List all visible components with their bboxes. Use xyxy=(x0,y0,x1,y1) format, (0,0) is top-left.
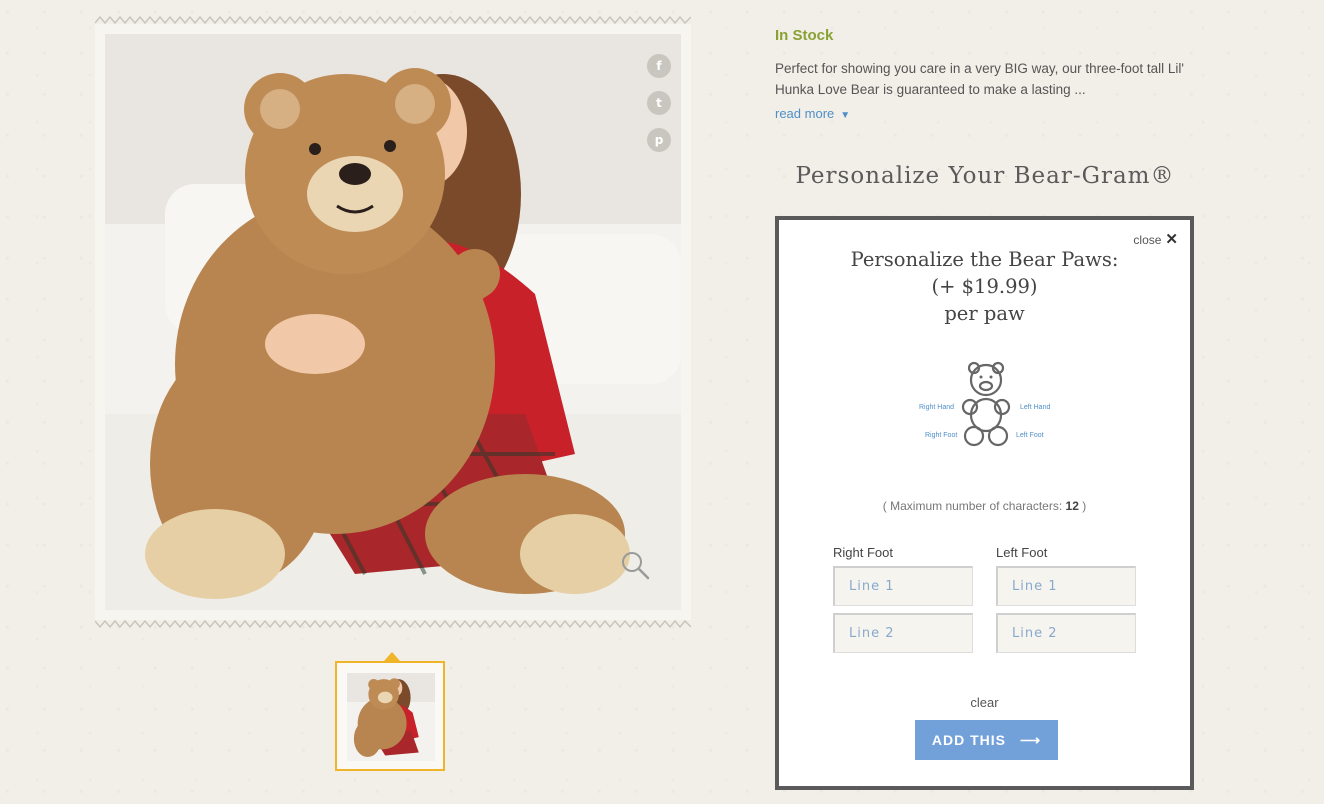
frame-zigzag-bottom xyxy=(95,619,691,629)
bear-photo-illustration xyxy=(105,34,681,610)
clear-link[interactable]: clear xyxy=(779,695,1190,710)
modal-title-per-paw: per paw xyxy=(944,302,1025,325)
twitter-letter: t xyxy=(656,96,662,110)
pinterest-letter: p xyxy=(654,133,664,147)
thumbnail-image xyxy=(347,673,435,761)
facebook-icon[interactable]: f xyxy=(647,54,671,78)
read-more-label: read more xyxy=(775,106,835,121)
paw-label-right-hand: Right Hand xyxy=(919,404,955,411)
thumbnail-pointer xyxy=(384,652,400,661)
chevron-down-icon: ▼ xyxy=(840,110,851,121)
add-this-label: ADD THIS xyxy=(931,732,1007,748)
thumbnail-illustration xyxy=(347,673,435,761)
left-foot-line2-input[interactable] xyxy=(996,613,1136,653)
max-characters-value: 12 xyxy=(1065,499,1079,513)
paw-label-left-foot: Left Foot xyxy=(1016,432,1044,439)
twitter-icon[interactable]: t xyxy=(647,91,671,115)
add-this-button[interactable]: ADD THIS ⟶ xyxy=(915,720,1058,760)
thumbnail-selected[interactable] xyxy=(335,661,445,771)
product-photo[interactable] xyxy=(105,34,681,610)
max-characters-note: ( Maximum number of characters: 12 ) xyxy=(779,499,1190,513)
stock-status: In Stock xyxy=(775,27,834,44)
arrow-right-icon: ⟶ xyxy=(1020,731,1042,748)
max-characters-suffix: ) xyxy=(1082,499,1087,513)
personalize-paws-modal: close ✕ Personalize the Bear Paws: (+ $19… xyxy=(775,216,1194,790)
modal-title-price: (+ $19.99) xyxy=(931,275,1038,298)
modal-title: Personalize the Bear Paws: (+ $19.99) pe… xyxy=(779,246,1190,327)
zoom-icon[interactable] xyxy=(620,550,650,580)
right-foot-line1-input[interactable] xyxy=(833,566,973,606)
bear-paw-diagram: Right Hand Left Hand Right Foot Left Foo… xyxy=(915,360,1055,452)
left-foot-label: Left Foot xyxy=(996,545,1048,560)
max-characters-prefix: ( Maximum number of characters: xyxy=(882,499,1063,513)
pinterest-icon[interactable]: p xyxy=(647,128,671,152)
facebook-letter: f xyxy=(656,59,662,73)
right-foot-label: Right Foot xyxy=(833,545,893,560)
left-foot-line1-input[interactable] xyxy=(996,566,1136,606)
personalize-title: Personalize Your Bear-Gram® xyxy=(795,163,1175,189)
close-label: close xyxy=(1133,233,1162,247)
right-foot-line2-input[interactable] xyxy=(833,613,973,653)
read-more-link[interactable]: read more ▼ xyxy=(775,106,850,121)
paw-label-right-foot: Right Foot xyxy=(925,432,958,439)
modal-title-line1: Personalize the Bear Paws: xyxy=(850,248,1119,271)
paw-label-left-hand: Left Hand xyxy=(1020,404,1051,411)
product-description: Perfect for showing you care in a very B… xyxy=(775,61,1185,97)
